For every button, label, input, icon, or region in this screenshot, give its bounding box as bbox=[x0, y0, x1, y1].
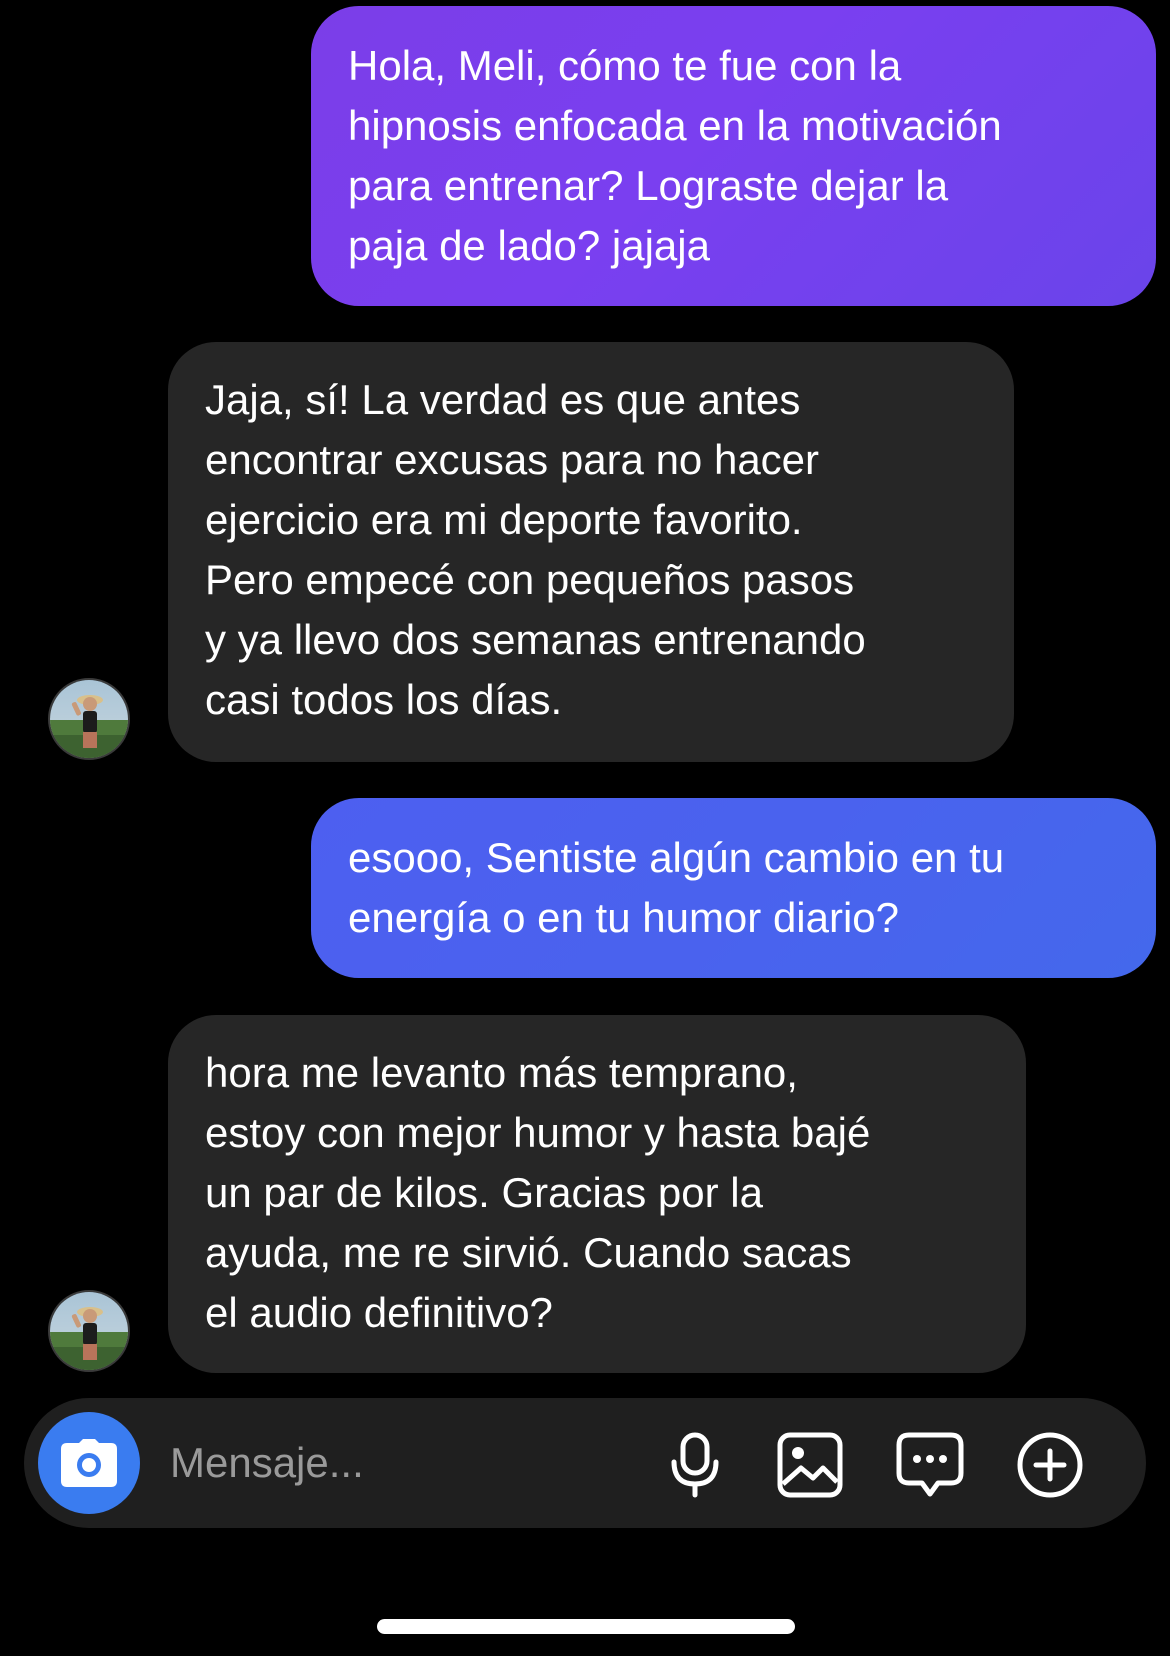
sticker-button[interactable] bbox=[895, 1430, 965, 1500]
avatar[interactable] bbox=[48, 678, 130, 760]
message-text: Hola, Meli, cómo te fue con la hipnosis … bbox=[348, 42, 1002, 269]
avatar-photo-icon bbox=[50, 680, 128, 758]
gallery-icon bbox=[777, 1432, 843, 1498]
avatar-photo-icon bbox=[50, 1292, 128, 1370]
message-composer bbox=[24, 1398, 1146, 1528]
message-input[interactable] bbox=[170, 1428, 650, 1498]
add-icon bbox=[1017, 1432, 1083, 1498]
message-bubble-sent[interactable]: Hola, Meli, cómo te fue con la hipnosis … bbox=[311, 6, 1156, 306]
message-text: Jaja, sí! La verdad es que antes encontr… bbox=[205, 376, 866, 723]
message-bubble-received[interactable]: Jaja, sí! La verdad es que antes encontr… bbox=[168, 342, 1014, 762]
gallery-button[interactable] bbox=[775, 1430, 845, 1500]
message-text: esooo, Sentiste algún cambio en tu energ… bbox=[348, 834, 1005, 941]
avatar[interactable] bbox=[48, 1290, 130, 1372]
home-indicator[interactable] bbox=[377, 1619, 795, 1634]
camera-icon bbox=[61, 1439, 117, 1487]
add-button[interactable] bbox=[1015, 1430, 1085, 1500]
camera-button[interactable] bbox=[38, 1412, 140, 1514]
microphone-icon bbox=[671, 1432, 719, 1498]
message-bubble-sent[interactable]: esooo, Sentiste algún cambio en tu energ… bbox=[311, 798, 1156, 978]
message-bubble-received[interactable]: hora me levanto más temprano, estoy con … bbox=[168, 1015, 1026, 1373]
sticker-icon bbox=[896, 1432, 964, 1497]
message-text: hora me levanto más temprano, estoy con … bbox=[205, 1049, 871, 1336]
microphone-button[interactable] bbox=[660, 1430, 730, 1500]
